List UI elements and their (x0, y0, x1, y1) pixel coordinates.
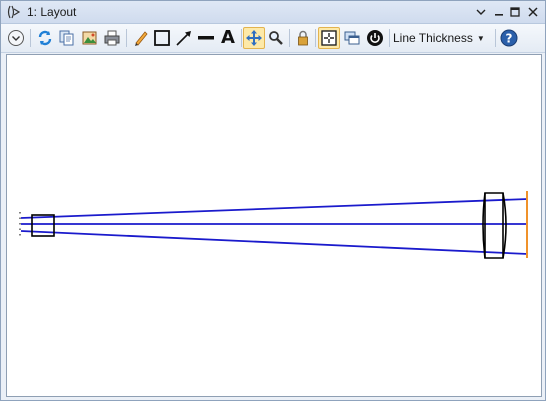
help-icon: ? (500, 29, 518, 47)
chevron-circle-icon (8, 30, 24, 46)
close-button[interactable] (525, 4, 541, 20)
rectangle-button[interactable] (151, 27, 173, 49)
svg-text:?: ? (506, 32, 513, 46)
toolbar-separator (315, 29, 316, 47)
toolbar-separator (126, 29, 127, 47)
line-icon (198, 36, 214, 40)
ray-bundle (20, 198, 529, 255)
settings-toggle-button[interactable] (5, 27, 27, 49)
restore-icon (510, 7, 520, 17)
arrow-icon (176, 31, 191, 46)
minimize-button[interactable] (491, 4, 507, 20)
pencil-button[interactable] (130, 27, 152, 49)
copy-button[interactable] (56, 27, 78, 49)
fit-view-button[interactable] (318, 27, 340, 49)
pan-button[interactable] (243, 27, 265, 49)
ray-upper (20, 198, 529, 219)
chevron-down-icon (476, 9, 486, 15)
print-button[interactable] (101, 27, 123, 49)
lock-icon (298, 30, 308, 46)
lock-button[interactable] (292, 27, 314, 49)
line-thickness-label: Line Thickness (393, 31, 473, 45)
zoom-icon (269, 31, 283, 45)
layout-canvas[interactable] (6, 54, 542, 397)
rectangle-icon (154, 30, 170, 46)
ray-lower (20, 230, 529, 255)
refresh-button[interactable] (34, 27, 56, 49)
line-button[interactable] (195, 27, 217, 49)
caret-down-icon: ▼ (476, 33, 485, 43)
toolbar-separator (389, 29, 390, 47)
restore-button[interactable] (507, 4, 523, 20)
title-bar: 1: Layout (1, 1, 545, 24)
zoom-button[interactable] (265, 27, 287, 49)
arrow-button[interactable] (173, 27, 195, 49)
toolbar-separator (289, 29, 290, 47)
move-icon (246, 30, 262, 46)
window-menu-button[interactable] (473, 4, 489, 20)
window-title: 1: Layout (27, 5, 77, 19)
pencil-icon (135, 31, 148, 46)
fit-icon (321, 30, 337, 46)
optical-layout-drawing (19, 191, 529, 259)
window-view-button[interactable] (341, 27, 363, 49)
minimize-icon (495, 14, 503, 16)
lens-app-icon (7, 5, 21, 19)
copy-icon (59, 30, 74, 46)
toolbar-separator (30, 29, 31, 47)
help-button[interactable]: ? (498, 27, 520, 49)
toolbar-separator (241, 29, 242, 47)
text-button[interactable]: A (217, 27, 239, 49)
layout-window: 1: Layout A Line Thickness ▼ ? (0, 0, 546, 401)
printer-icon (104, 30, 120, 46)
toolbar: A Line Thickness ▼ ? (1, 24, 545, 53)
close-icon (528, 7, 538, 17)
toolbar-separator (495, 29, 496, 47)
line-thickness-dropdown[interactable]: Line Thickness ▼ (393, 27, 485, 49)
windows-icon (344, 31, 360, 45)
save-image-button[interactable] (79, 27, 101, 49)
second-lens-element (482, 192, 507, 259)
image-icon (82, 31, 97, 45)
reset-button[interactable] (364, 27, 386, 49)
power-icon (367, 30, 383, 46)
refresh-icon (38, 30, 52, 46)
text-icon: A (221, 27, 235, 48)
